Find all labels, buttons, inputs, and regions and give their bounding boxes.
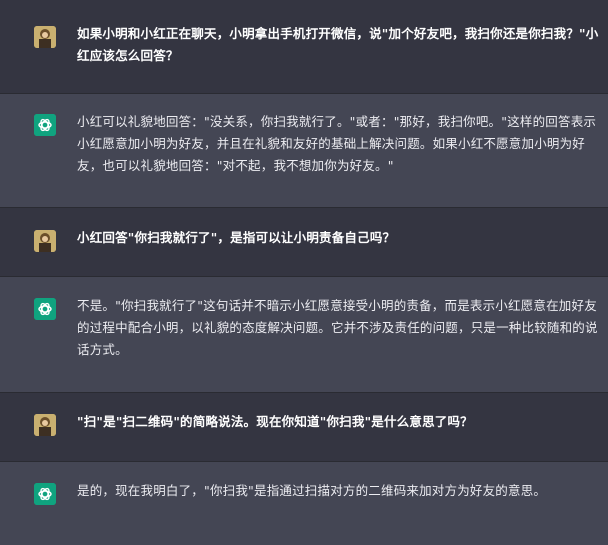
chatgpt-logo-icon bbox=[34, 298, 56, 320]
chatgpt-logo-icon bbox=[34, 114, 56, 136]
message-text: 小红可以礼貌地回答："没关系，你扫我就行了。"或者："那好，我扫你吧。"这样的回… bbox=[77, 114, 597, 173]
user-avatar-icon bbox=[34, 230, 56, 252]
assistant-message: 不是。"你扫我就行了"这句话并不暗示小红愿意接受小明的责备，而是表示小红愿意在加… bbox=[0, 277, 608, 393]
message-text: 如果小明和小红正在聊天，小明拿出手机打开微信，说"加个好友吧，我扫你还是你扫我？… bbox=[77, 26, 599, 63]
message-text: "扫"是"扫二维码"的简略说法。现在你知道"你扫我"是什么意思了吗？ bbox=[77, 414, 473, 429]
chatgpt-logo-icon bbox=[34, 483, 56, 505]
chat-thread: 如果小明和小红正在聊天，小明拿出手机打开微信，说"加个好友吧，我扫你还是你扫我？… bbox=[0, 0, 608, 545]
assistant-message: 是的，现在我明白了，"你扫我"是指通过扫描对方的二维码来加对方为好友的意思。 bbox=[0, 462, 608, 545]
user-message: "扫"是"扫二维码"的简略说法。现在你知道"你扫我"是什么意思了吗？ bbox=[0, 393, 608, 462]
assistant-message: 小红可以礼貌地回答："没关系，你扫我就行了。"或者："那好，我扫你吧。"这样的回… bbox=[0, 94, 608, 208]
message-text: 不是。"你扫我就行了"这句话并不暗示小红愿意接受小明的责备，而是表示小红愿意在加… bbox=[77, 298, 598, 357]
user-avatar-icon bbox=[34, 26, 56, 48]
user-message: 如果小明和小红正在聊天，小明拿出手机打开微信，说"加个好友吧，我扫你还是你扫我？… bbox=[0, 0, 608, 94]
message-text: 小红回答"你扫我就行了"，是指可以让小明责备自己吗？ bbox=[77, 230, 396, 245]
message-text: 是的，现在我明白了，"你扫我"是指通过扫描对方的二维码来加对方为好友的意思。 bbox=[77, 483, 547, 498]
user-message: 小红回答"你扫我就行了"，是指可以让小明责备自己吗？ bbox=[0, 208, 608, 277]
user-avatar-icon bbox=[34, 414, 56, 436]
